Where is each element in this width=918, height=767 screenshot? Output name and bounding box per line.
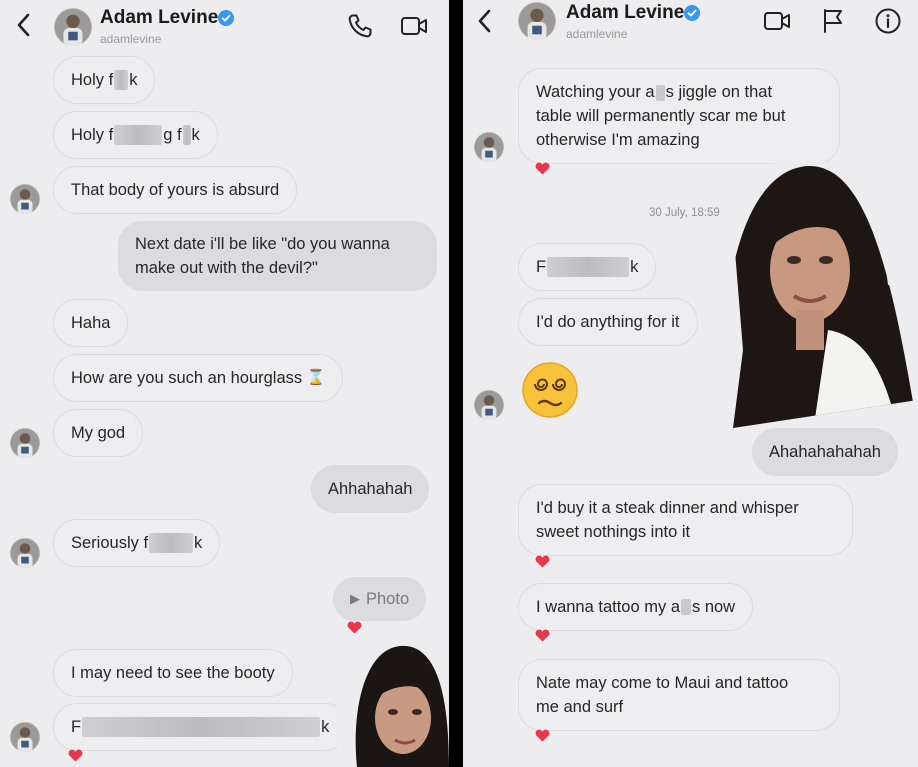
video-icon[interactable] [400,12,428,40]
back-icon[interactable] [473,7,497,35]
message-bubble-sent[interactable]: Ahhahahah [311,465,430,513]
photo-label: Photo [366,590,410,608]
censor-bar [82,717,321,737]
timestamp: 30 July, 18:59 [649,207,720,219]
message-bubble[interactable]: Holy f g f k [53,111,218,159]
message-text: make out with the devil?" [135,259,318,277]
dizzy-face-icon[interactable] [521,361,579,419]
message-bubble[interactable]: I'd do anything for it [518,298,698,346]
censor-bar [114,125,163,145]
message-text: How are you such an hourglass [71,369,303,387]
message-text: Haha [71,314,111,332]
message-text: F [536,258,547,276]
avatar[interactable] [54,8,92,46]
message-bubble-sent[interactable]: Ahahahahahah [752,428,898,476]
back-icon[interactable] [12,11,36,39]
avatar[interactable] [10,722,40,752]
info-icon[interactable] [874,7,902,35]
chat-header: Adam Levine adamlevine [0,0,449,56]
censor-bar [655,84,665,101]
message-bubble[interactable]: Fk [518,243,657,291]
avatar[interactable] [474,132,504,162]
message-bubble[interactable]: Seriously f k [53,519,221,567]
message-bubble[interactable]: Watching your a s jiggle on that table wi… [518,68,840,164]
message-bubble[interactable]: Holy f k [53,56,156,104]
censor-bar [182,125,191,145]
photo-message[interactable]: ▶ Photo [333,577,427,621]
creator-video-overlay [728,160,918,428]
chat-header: Adam Levine adamlevine [463,0,918,56]
contact-name[interactable]: Adam Levine [566,2,684,24]
message-text: sweet nothings into it [536,523,691,541]
heart-icon [347,621,362,634]
message-text: s now [692,598,736,616]
message-text: s jiggle on that [665,83,773,101]
video-icon[interactable] [763,7,791,35]
message-text: Holy f [71,126,114,144]
heart-icon [535,555,550,568]
message-text: Watching your a [536,83,655,101]
avatar[interactable] [10,184,40,214]
avatar[interactable] [474,390,504,420]
message-text: Seriously f [71,534,149,552]
message-text: Holy f [71,71,114,89]
message-bubble[interactable]: That body of yours is absurd [53,166,298,214]
message-text: That body of yours is absurd [71,181,280,199]
flag-icon[interactable] [819,7,847,35]
message-text: I may need to see the booty [71,664,275,682]
avatar[interactable] [10,428,40,458]
message-text: I'd do anything for it [536,313,680,331]
hourglass-icon: ⌛ [306,369,326,386]
heart-icon [535,162,550,175]
message-text: I wanna tattoo my a [536,598,680,616]
message-text: k [191,126,200,144]
censor-bar [114,70,129,90]
message-bubble-sent[interactable]: Next date i'll be like "do you wanna mak… [118,221,437,291]
creator-video-overlay [337,640,449,767]
message-text: k [129,71,138,89]
message-text: k [321,718,330,736]
verified-icon [218,10,234,26]
heart-icon [68,749,83,762]
message-bubble[interactable]: My god [53,409,144,457]
left-chat-screen: Adam Levine adamlevine Holy f k Holy f g f… [0,0,449,767]
message-text: k [630,258,639,276]
message-bubble[interactable]: I wanna tattoo my a s now [518,583,754,631]
contact-handle: adamlevine [566,27,628,41]
message-text: F [71,718,82,736]
verified-icon [684,5,700,21]
message-bubble[interactable]: I'd buy it a steak dinner and whisper sw… [518,484,853,556]
message-text: Ahhahahah [328,480,413,498]
censor-bar [547,257,630,277]
message-text: Next date i'll be like "do you wanna [135,235,390,253]
phone-icon[interactable] [346,12,374,40]
message-text: Nate may come to Maui and tattoo [536,674,789,692]
censor-bar [149,533,194,553]
message-bubble[interactable]: Fk [53,703,349,751]
contact-handle: adamlevine [100,32,162,46]
message-text: g f [163,126,182,144]
message-bubble[interactable]: How are you such an hourglass ⌛ [53,354,344,402]
message-text: I'd buy it a steak dinner and whisper [536,499,799,517]
contact-name[interactable]: Adam Levine [100,7,218,29]
message-text: Ahahahahahah [769,443,881,461]
avatar[interactable] [518,2,556,40]
heart-icon [535,729,550,742]
heart-icon [535,629,550,642]
censor-bar [681,599,691,615]
message-bubble[interactable]: Haha [53,299,129,347]
message-text: k [194,534,203,552]
message-text: me and surf [536,698,624,716]
message-bubble[interactable]: I may need to see the booty [53,649,293,697]
message-text: table will permanently scar me but [536,107,786,125]
right-chat-screen: Adam Levine adamlevine Watching your a s … [463,0,918,767]
message-text: My god [71,424,126,442]
message-text: otherwise I'm amazing [536,131,700,149]
avatar[interactable] [10,538,40,568]
play-icon: ▶ [350,591,360,606]
message-bubble[interactable]: Nate may come to Maui and tattoo me and … [518,659,840,731]
